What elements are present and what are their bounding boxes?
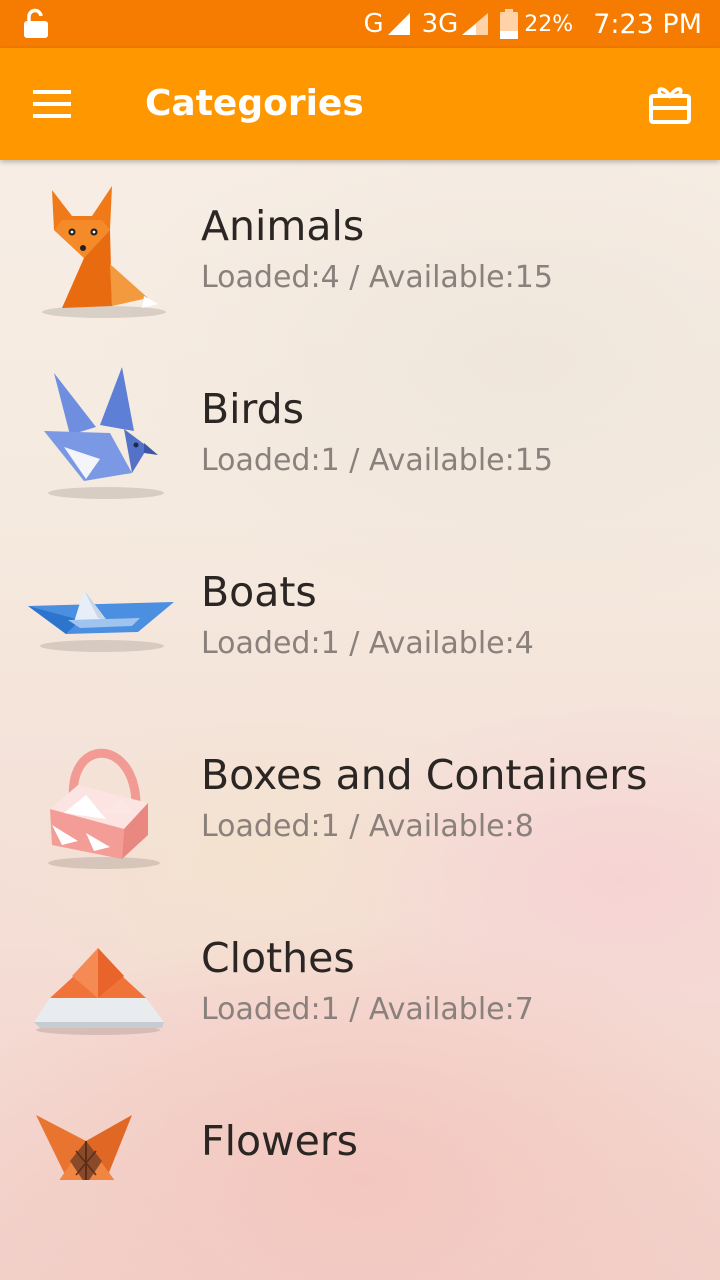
category-item-flowers[interactable]: Flowers — [0, 1075, 720, 1180]
category-item-boats[interactable]: Boats Loaded:1 / Available:4 — [0, 526, 720, 709]
category-meta: Loaded:4 / Available:15 — [201, 260, 553, 295]
signal-g: G — [363, 9, 411, 39]
category-item-animals[interactable]: Animals Loaded:4 / Available:15 — [0, 160, 720, 343]
origami-fox-icon — [42, 186, 166, 318]
unlock-icon — [20, 8, 52, 44]
category-name: Flowers — [201, 1117, 359, 1165]
category-meta: Loaded:1 / Available:15 — [201, 443, 553, 478]
origami-basket-icon — [48, 748, 160, 869]
gift-icon — [649, 87, 691, 124]
status-bar: G 3G 22% 7:23 PM — [0, 0, 720, 48]
signal-strength-icon — [462, 13, 489, 35]
origami-flower-icon — [36, 1115, 132, 1180]
category-name: Animals — [201, 202, 365, 250]
category-item-boxes-and-containers[interactable]: Boxes and Containers Loaded:1 / Availabl… — [0, 709, 720, 892]
origami-hat-icon — [34, 948, 164, 1035]
signal-3g: 3G — [422, 9, 491, 39]
category-meta: Loaded:1 / Available:7 — [201, 992, 534, 1027]
category-name: Clothes — [201, 934, 355, 982]
signal-strength-icon — [387, 13, 410, 35]
category-item-clothes[interactable]: Clothes Loaded:1 / Available:7 — [0, 892, 720, 1075]
category-name: Birds — [201, 385, 305, 433]
gift-button[interactable] — [638, 76, 702, 132]
menu-button[interactable] — [24, 78, 80, 130]
category-list: Animals Loaded:4 / Available:15 Birds Lo… — [0, 160, 720, 1180]
category-name: Boats — [201, 568, 317, 616]
hamburger-menu-icon — [33, 90, 71, 118]
battery: 22% — [500, 9, 573, 39]
category-name: Boxes and Containers — [201, 751, 648, 799]
origami-bird-icon — [44, 367, 164, 499]
app-bar: Categories — [0, 48, 720, 160]
battery-icon — [500, 9, 519, 39]
network-label-3g: 3G — [421, 9, 459, 39]
page-title: Categories — [145, 83, 364, 124]
category-meta: Loaded:1 / Available:8 — [201, 809, 534, 844]
battery-percent: 22% — [524, 11, 574, 37]
origami-boat-icon — [28, 590, 174, 652]
network-label-g: G — [363, 9, 384, 39]
category-item-birds[interactable]: Birds Loaded:1 / Available:15 — [0, 343, 720, 526]
clock: 7:23 PM — [593, 8, 702, 40]
category-meta: Loaded:1 / Available:4 — [201, 626, 534, 661]
